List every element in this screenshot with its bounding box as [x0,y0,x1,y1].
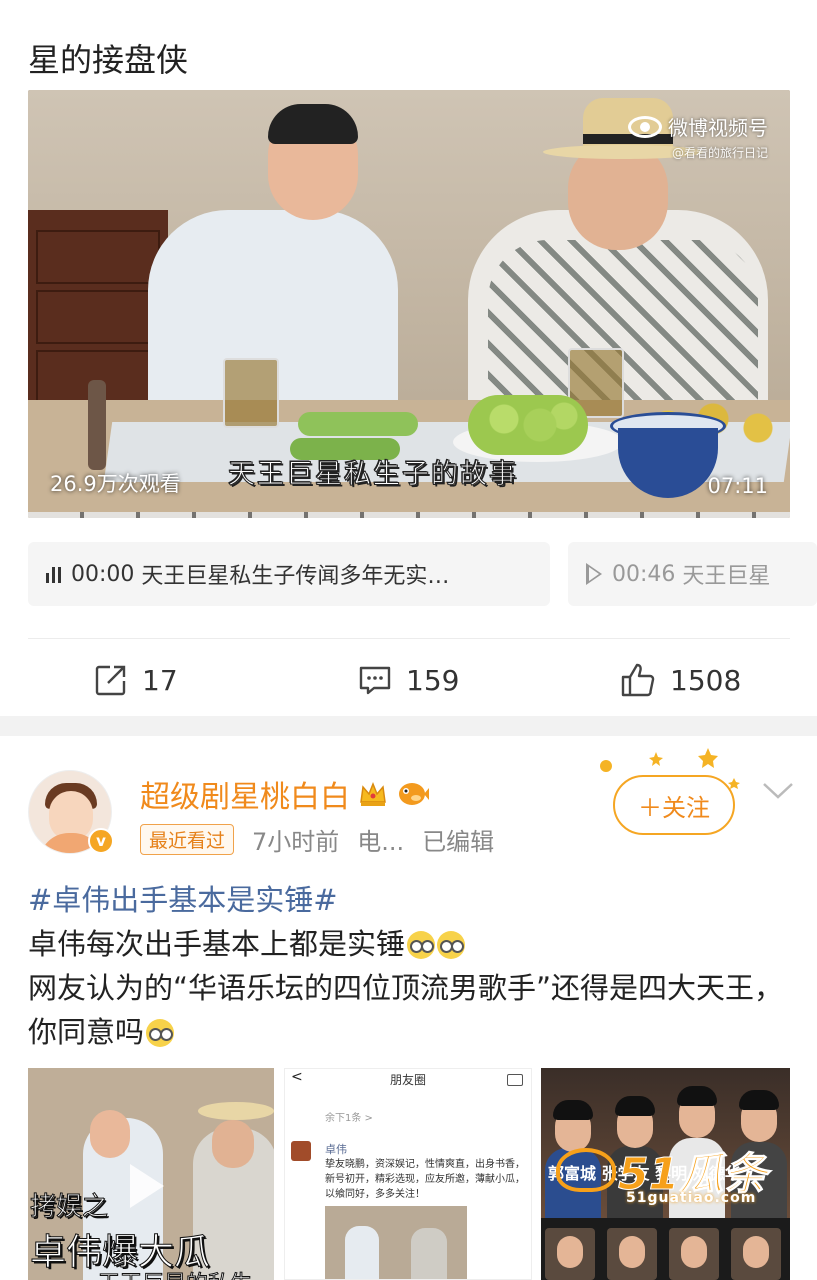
chapter-item-1[interactable]: 00:00 天王巨星私生子传闻多年无实… [28,542,550,606]
nerd-emoji-icon [146,1019,175,1047]
chapter-item-2[interactable]: 00:46 天王巨星 [568,542,817,606]
back-icon: < [291,1069,303,1085]
hashtag-link[interactable]: #卓伟出手基本是实锤# [28,878,798,922]
weibo-eye-icon [628,115,662,138]
watermark-logo-icon [556,1148,616,1192]
audio-bars-icon [46,565,61,583]
divider [28,638,790,639]
post-meta: 最近看过 7小时前 电... 已编辑 [140,822,494,857]
weibo-video-watermark: 微博视频号 [628,112,768,141]
nerd-emoji-icon [407,931,436,959]
post-line-1: 卓伟每次出手基本上都是实锤 [28,927,406,961]
post-title-tail: 星的接盘侠 [28,41,189,79]
comment-icon [359,666,391,695]
edited-label: 已编辑 [422,828,495,856]
play-icon [586,563,602,585]
recently-viewed-badge: 最近看过 [140,824,235,855]
site-watermark: 51瓜条 51guatiao.com [536,1138,796,1218]
video-player[interactable]: 微博视频号 @看看的旅行日记 天王巨星私生子的故事 26.9万次观看 07:11 [28,90,790,518]
nerd-emoji-icon [437,931,466,959]
verified-badge-icon: v [88,828,114,854]
chevron-down-icon[interactable] [760,778,796,802]
tea-glass [223,358,279,428]
post-image-1[interactable]: 拷娱之 卓伟爆大瓜 天王巨星的私生 [28,1068,274,1280]
watermark-account: @看看的旅行日记 [671,146,768,160]
video-duration: 07:11 [707,474,768,498]
repost-icon [95,665,126,696]
play-icon [130,1164,164,1208]
post-content: #卓伟出手基本是实锤# 卓伟每次出手基本上都是实锤 网友认为的“华语乐坛的四位顶… [28,878,798,1054]
repost-button[interactable]: 17 [94,652,178,708]
post-time: 7小时前 [252,828,340,856]
chapter-progress-bar[interactable] [28,512,790,518]
avatar [291,1141,311,1161]
feed-separator [0,716,817,736]
video-subtitle: 天王巨星私生子的故事 [228,459,518,491]
post-image-2[interactable]: 朋友圈 < 余下1条 > 卓伟 挚友晓鹏，资深娱记，性情爽直，出身书香，新号初开… [284,1068,532,1280]
view-count: 26.9万次观看 [50,472,181,496]
crown-icon [360,781,386,806]
follow-button[interactable]: ＋关注 [613,775,735,835]
post-line-2: 网友认为的“华语乐坛的四位顶流男歌手”还得是四大天王，你同意吗 [28,971,784,1049]
grapes [468,395,588,455]
like-icon [621,663,655,697]
author-name[interactable]: 超级剧星桃白白 [140,772,430,816]
camera-icon [507,1074,523,1086]
post-source: 电... [357,828,405,856]
comment-button[interactable]: 159 [358,652,459,708]
pufferfish-icon [399,783,429,805]
post-action-bar: 17 159 1508 [0,652,817,708]
like-button[interactable]: 1508 [620,652,741,708]
